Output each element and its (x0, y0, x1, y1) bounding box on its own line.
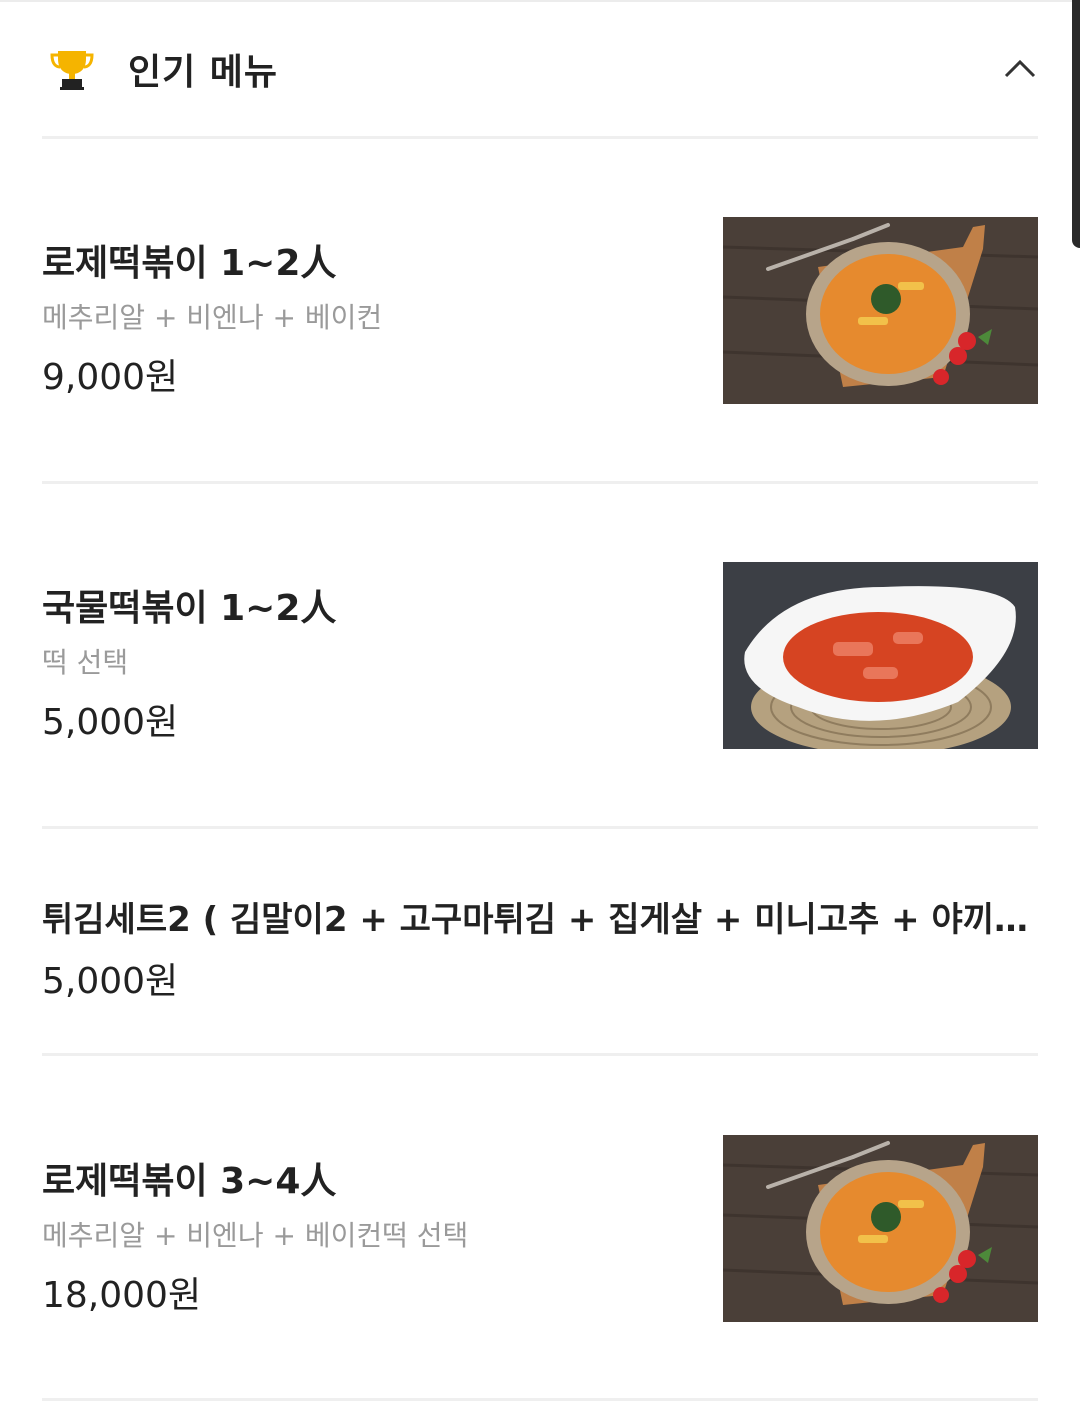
section-title: 인기 메뉴 (128, 52, 279, 93)
top-border (0, 0, 1080, 2)
scroll-indicator (1072, 0, 1080, 248)
trophy-icon (50, 47, 94, 91)
divider (42, 481, 1038, 484)
menu-item-name: 국물떡볶이 1~2人 (42, 588, 337, 629)
divider (42, 1053, 1038, 1056)
rose-tteokbokki-plate-image[interactable] (723, 1135, 1038, 1322)
menu-item-fried-set-2[interactable]: 튀김세트2 ( 김말이2 + 고구마튀김 + 집게살 + 미니고추 + 야끼… … (42, 886, 1038, 1006)
menu-item-price: 5,000원 (42, 961, 179, 1002)
divider (42, 136, 1038, 139)
menu-item-rose-tteokbokki-3-4[interactable]: 로제떡볶이 3~4人 메추리알 + 비엔나 + 베이컨떡 선택 18,000원 (42, 1134, 1038, 1324)
soup-tteokbokki-bowl-image[interactable] (723, 562, 1038, 749)
divider (42, 826, 1038, 829)
menu-item-description: 떡 선택 (42, 646, 129, 679)
section-header[interactable]: 인기 메뉴 (42, 30, 1038, 108)
menu-item-soup-tteokbokki-1-2[interactable]: 국물떡볶이 1~2人 떡 선택 5,000원 (42, 561, 1038, 751)
menu-item-price: 9,000원 (42, 357, 179, 398)
chevron-up-icon[interactable] (1002, 50, 1038, 86)
rose-tteokbokki-plate-image[interactable] (723, 217, 1038, 404)
menu-item-rose-tteokbokki-1-2[interactable]: 로제떡볶이 1~2人 메추리알 + 비엔나 + 베이컨 9,000원 (42, 216, 1038, 406)
menu-item-price: 5,000원 (42, 702, 179, 743)
menu-item-description: 메추리알 + 비엔나 + 베이컨 (42, 301, 383, 334)
menu-item-description: 메추리알 + 비엔나 + 베이컨떡 선택 (42, 1219, 469, 1252)
divider (42, 1398, 1038, 1401)
menu-item-name: 튀김세트2 ( 김말이2 + 고구마튀김 + 집게살 + 미니고추 + 야끼… (42, 900, 1029, 940)
menu-item-price: 18,000원 (42, 1275, 202, 1316)
menu-item-name: 로제떡볶이 3~4人 (42, 1161, 337, 1202)
menu-item-name: 로제떡볶이 1~2人 (42, 243, 337, 284)
